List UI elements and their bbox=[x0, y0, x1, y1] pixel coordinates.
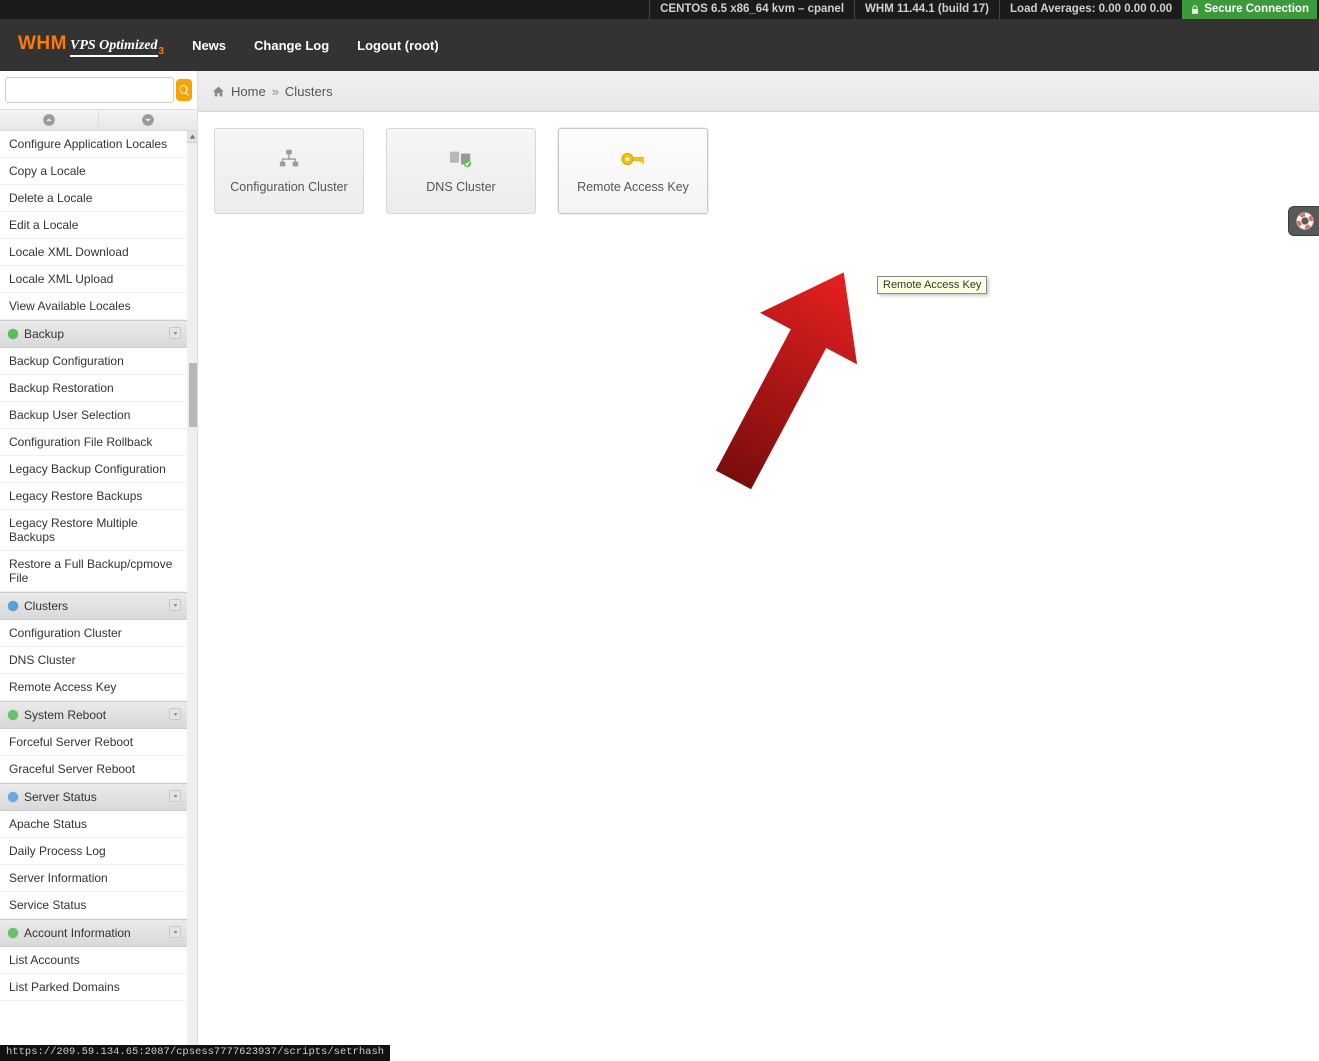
sidebar-section-account-information[interactable]: Account Information bbox=[0, 919, 187, 947]
load-averages: Load Averages: 0.00 0.00 0.00 bbox=[999, 0, 1182, 19]
section-title: Clusters bbox=[24, 599, 68, 613]
help-tab[interactable] bbox=[1288, 206, 1319, 236]
breadcrumb-sep: » bbox=[272, 84, 279, 99]
triangle-up-icon bbox=[189, 133, 196, 140]
menu-changelog[interactable]: Change Log bbox=[254, 38, 329, 53]
sidebar-item[interactable]: Locale XML Upload bbox=[0, 266, 187, 293]
sidebar-item[interactable]: Delete a Locale bbox=[0, 185, 187, 212]
sidebar-item[interactable]: Daily Process Log bbox=[0, 838, 187, 865]
secure-connection-badge: Secure Connection bbox=[1182, 0, 1317, 19]
sidebar-item[interactable]: Forceful Server Reboot bbox=[0, 729, 187, 756]
sidebar: Configure Application LocalesCopy a Loca… bbox=[0, 71, 198, 1061]
tile-remote-access-key[interactable]: Remote Access Key bbox=[558, 128, 708, 214]
section-icon bbox=[6, 599, 20, 613]
sidebar-item[interactable]: Server Information bbox=[0, 865, 187, 892]
sidebar-item[interactable]: List Accounts bbox=[0, 947, 187, 974]
whm-version: WHM 11.44.1 (build 17) bbox=[854, 0, 999, 19]
sidebar-item[interactable]: DNS Cluster bbox=[0, 647, 187, 674]
tile-label: DNS Cluster bbox=[426, 180, 495, 194]
tiles: Configuration Cluster DNS Cluster Remote… bbox=[198, 112, 1319, 230]
sidebar-section-system-reboot[interactable]: System Reboot bbox=[0, 701, 187, 729]
sidebar-item[interactable]: Copy a Locale bbox=[0, 158, 187, 185]
header: WHM VPS Optimized 3 News Change Log Logo… bbox=[0, 19, 1319, 71]
chevron-up-circle-icon bbox=[42, 113, 56, 127]
expand-all-button[interactable] bbox=[99, 110, 197, 130]
tile-configuration-cluster[interactable]: Configuration Cluster bbox=[214, 128, 364, 214]
sidebar-item[interactable]: Backup User Selection bbox=[0, 402, 187, 429]
logo-whm: WHM bbox=[18, 33, 67, 55]
dns-cluster-icon bbox=[449, 148, 473, 170]
logo-vps: VPS Optimized bbox=[70, 38, 158, 57]
sidebar-item[interactable]: Configure Application Locales bbox=[0, 131, 187, 158]
section-title: Account Information bbox=[24, 926, 131, 940]
search-input[interactable] bbox=[5, 77, 174, 103]
chevron-down-icon bbox=[169, 599, 181, 611]
sidebar-item[interactable]: Locale XML Download bbox=[0, 239, 187, 266]
sidebar-item[interactable]: Backup Configuration bbox=[0, 348, 187, 375]
secure-connection-label: Secure Connection bbox=[1204, 0, 1309, 19]
logo[interactable]: WHM VPS Optimized 3 bbox=[18, 33, 164, 57]
lifebuoy-icon bbox=[1295, 211, 1315, 231]
lock-icon bbox=[1190, 5, 1200, 15]
tile-label: Remote Access Key bbox=[577, 180, 689, 194]
key-icon bbox=[621, 148, 645, 170]
scroll-up-button[interactable] bbox=[187, 131, 197, 143]
sidebar-item[interactable]: Graceful Server Reboot bbox=[0, 756, 187, 783]
sidebar-item[interactable]: Legacy Restore Backups bbox=[0, 483, 187, 510]
sidebar-item[interactable]: List Parked Domains bbox=[0, 974, 187, 1001]
search-icon bbox=[178, 84, 191, 97]
chevron-down-circle-icon bbox=[141, 113, 155, 127]
chevron-down-icon bbox=[169, 708, 181, 720]
main: Home » Clusters Configuration Cluster DN… bbox=[198, 71, 1319, 1061]
sidebar-item[interactable]: Restore a Full Backup/cpmove File bbox=[0, 551, 187, 592]
section-title: System Reboot bbox=[24, 708, 106, 722]
sidebar-item[interactable]: View Available Locales bbox=[0, 293, 187, 320]
sidebar-item[interactable]: Apache Status bbox=[0, 811, 187, 838]
info-bar: CENTOS 6.5 x86_64 kvm – cpanel WHM 11.44… bbox=[0, 0, 1319, 19]
chevron-down-icon bbox=[169, 926, 181, 938]
config-cluster-icon bbox=[278, 148, 300, 170]
section-icon bbox=[6, 708, 20, 722]
section-icon bbox=[6, 926, 20, 940]
menu-news[interactable]: News bbox=[192, 38, 226, 53]
breadcrumb-current: Clusters bbox=[285, 84, 333, 99]
sidebar-item[interactable]: Backup Restoration bbox=[0, 375, 187, 402]
os-info: CENTOS 6.5 x86_64 kvm – cpanel bbox=[649, 0, 854, 19]
section-title: Server Status bbox=[24, 790, 97, 804]
breadcrumb: Home » Clusters bbox=[198, 71, 1319, 112]
logo-suffix: 3 bbox=[159, 46, 165, 57]
collapse-all-button[interactable] bbox=[0, 110, 99, 130]
sidebar-item[interactable]: Legacy Backup Configuration bbox=[0, 456, 187, 483]
section-title: Backup bbox=[24, 327, 64, 341]
sidebar-item[interactable]: Edit a Locale bbox=[0, 212, 187, 239]
sidebar-item[interactable]: Service Status bbox=[0, 892, 187, 919]
search-row bbox=[0, 71, 197, 109]
sidebar-section-server-status[interactable]: Server Status bbox=[0, 783, 187, 811]
sidebar-section-clusters[interactable]: Clusters bbox=[0, 592, 187, 620]
sidebar-section-backup[interactable]: Backup bbox=[0, 320, 187, 348]
chevron-down-icon bbox=[169, 327, 181, 339]
sidebar-item[interactable]: Legacy Restore Multiple Backups bbox=[0, 510, 187, 551]
search-button[interactable] bbox=[176, 79, 192, 101]
sidebar-item[interactable]: Remote Access Key bbox=[0, 674, 187, 701]
sidebar-item[interactable]: Configuration File Rollback bbox=[0, 429, 187, 456]
home-icon bbox=[212, 85, 225, 98]
scrollbar-thumb[interactable] bbox=[189, 363, 197, 427]
menu-logout[interactable]: Logout (root) bbox=[357, 38, 439, 53]
tile-dns-cluster[interactable]: DNS Cluster bbox=[386, 128, 536, 214]
annotation-arrow bbox=[678, 251, 888, 501]
tooltip: Remote Access Key bbox=[877, 276, 987, 294]
sidebar-scrollbar[interactable] bbox=[187, 131, 197, 1061]
tile-label: Configuration Cluster bbox=[230, 180, 347, 194]
breadcrumb-home[interactable]: Home bbox=[231, 84, 266, 99]
section-icon bbox=[6, 327, 20, 341]
header-menu: News Change Log Logout (root) bbox=[192, 38, 439, 53]
section-icon bbox=[6, 790, 20, 804]
sidebar-item[interactable]: Configuration Cluster bbox=[0, 620, 187, 647]
collapse-expand-row bbox=[0, 109, 197, 131]
chevron-down-icon bbox=[169, 790, 181, 802]
status-bar: https://209.59.134.65:2087/cpsess7777623… bbox=[0, 1045, 390, 1061]
